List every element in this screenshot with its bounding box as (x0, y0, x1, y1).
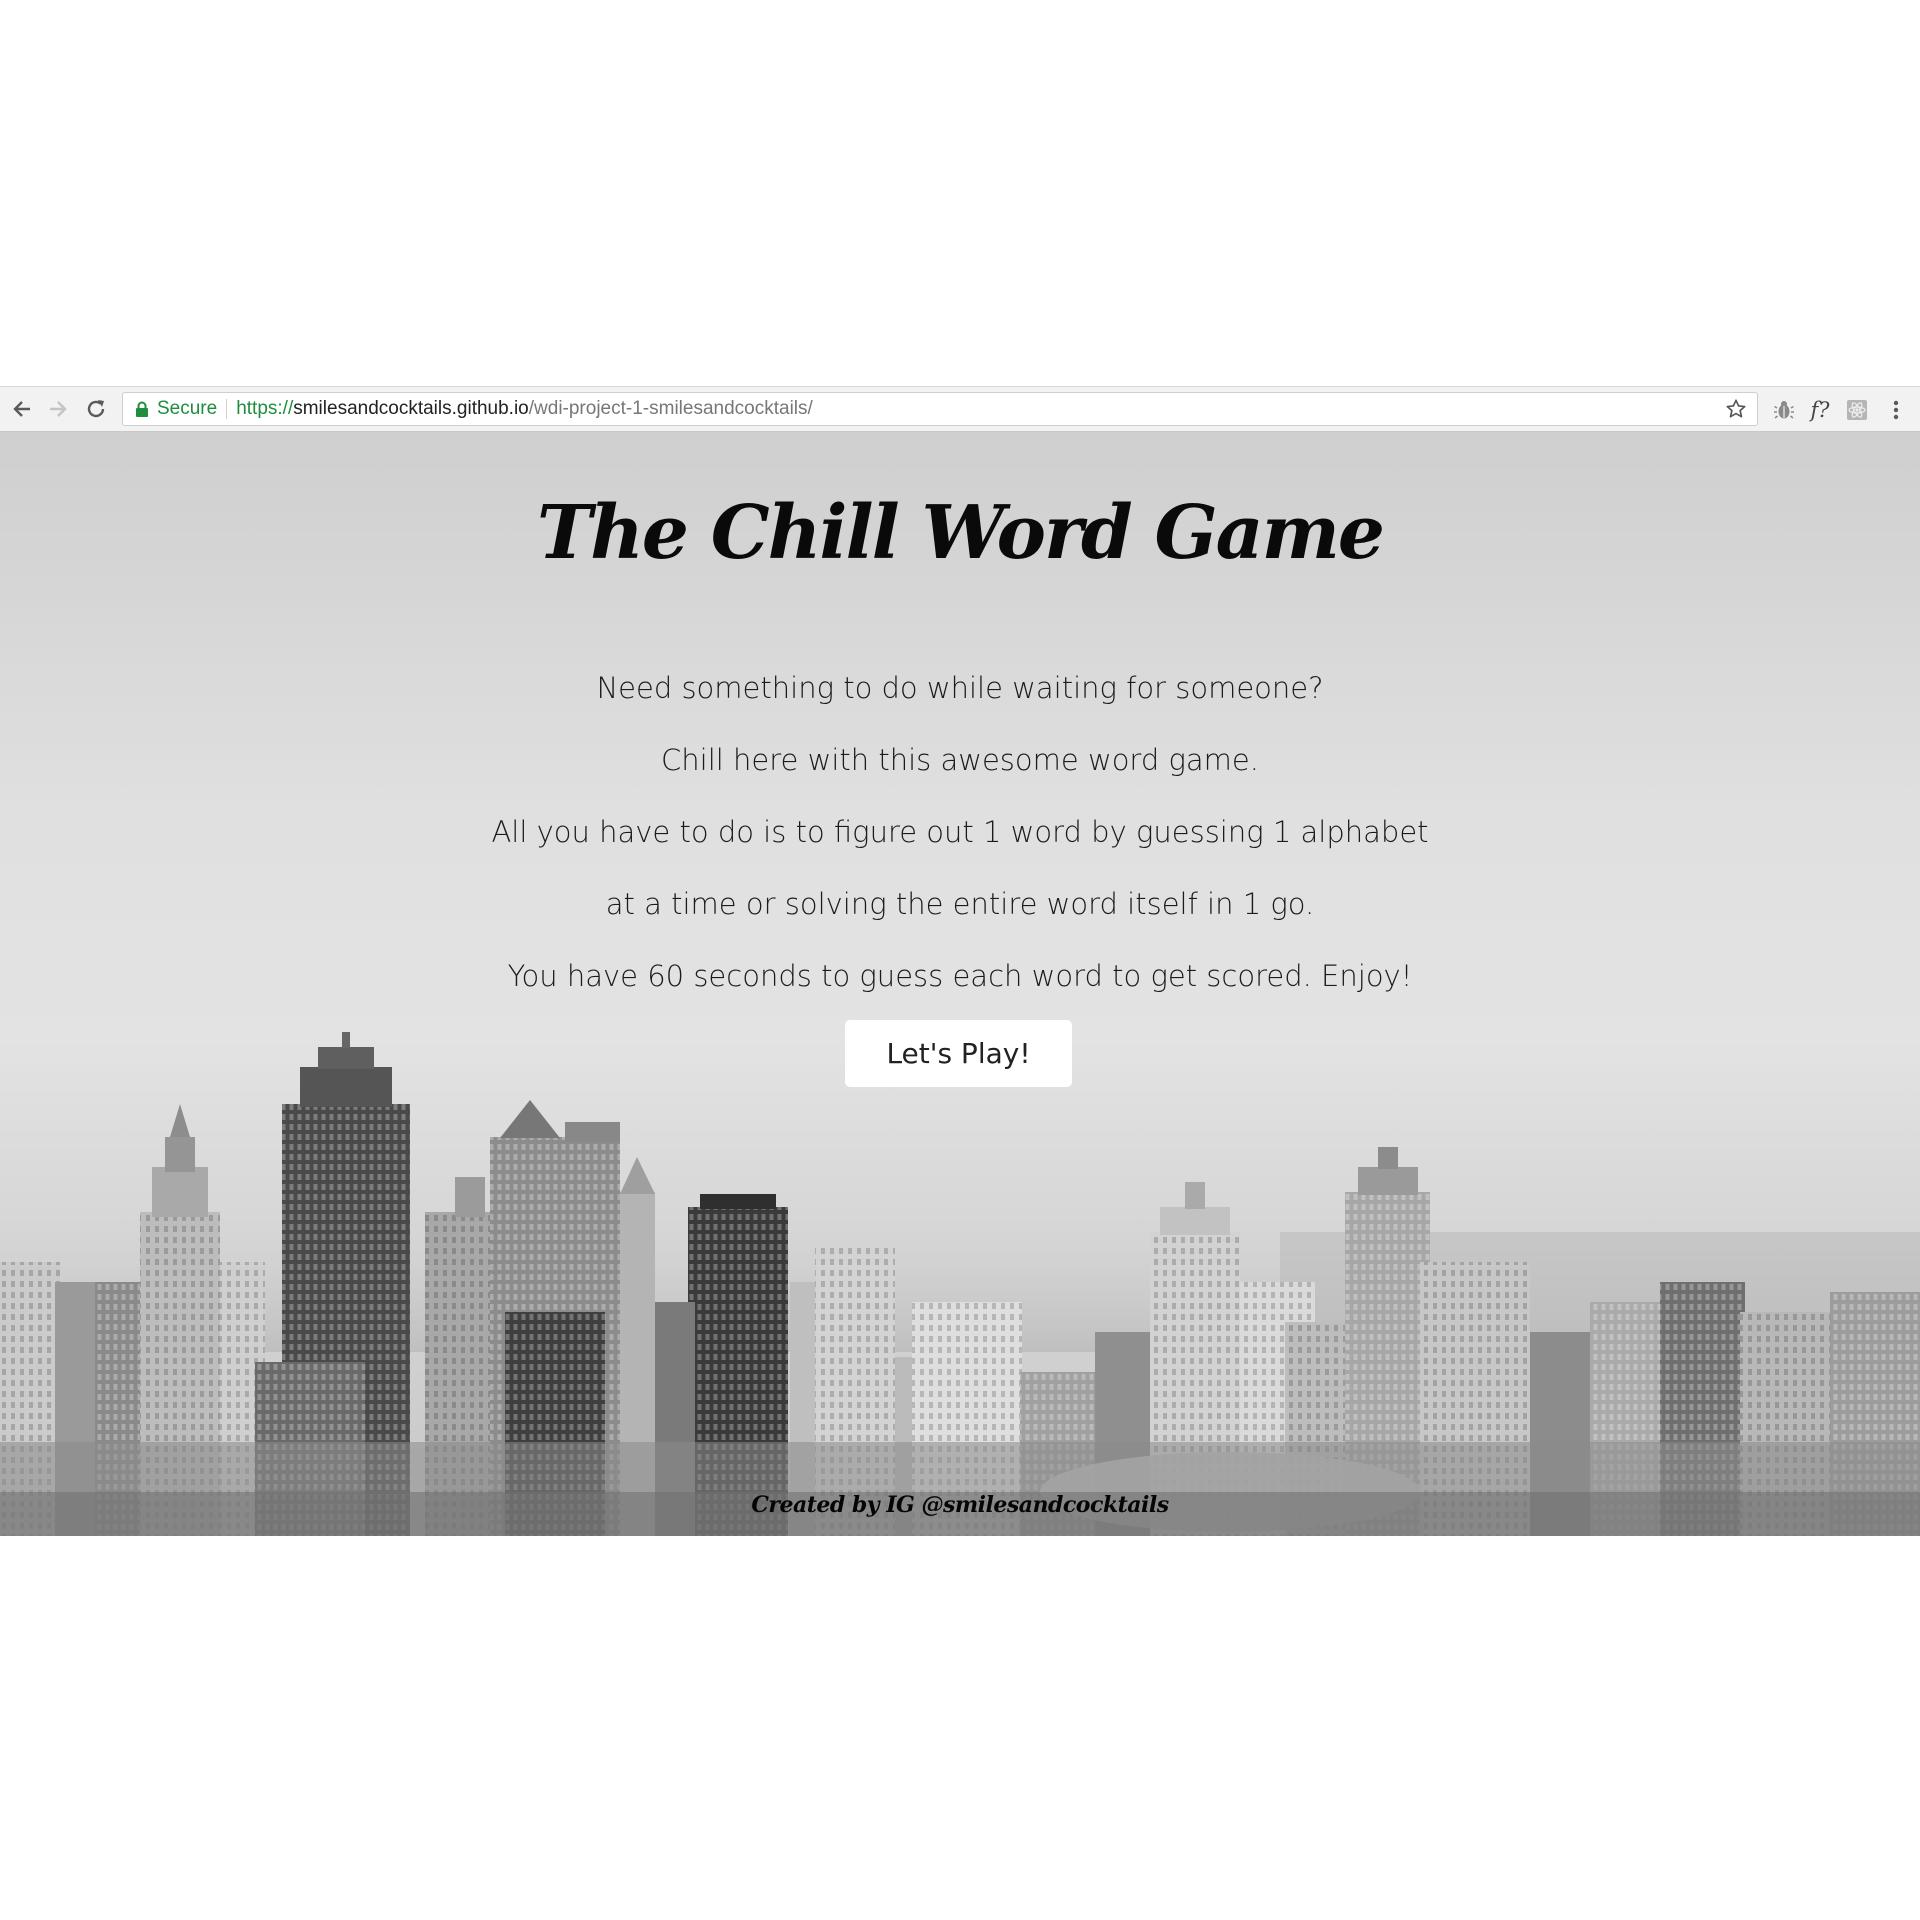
page-title: The Chill Word Game (537, 490, 1385, 576)
url-scheme: https:// (236, 398, 294, 419)
back-arrow-icon (13, 401, 30, 417)
back-button[interactable] (8, 395, 36, 423)
react-icon[interactable] (1843, 396, 1871, 424)
address-bar[interactable]: Secure https:// smilesandcocktails.githu… (122, 392, 1758, 426)
intro-line: You have 60 seconds to guess each word t… (507, 959, 1413, 993)
intro-line: at a time or solving the entire word its… (605, 887, 1315, 921)
secure-label: Secure (157, 398, 218, 419)
bug-icon[interactable] (1770, 396, 1798, 424)
lock-icon (135, 401, 149, 418)
url-path: /wdi-project-1-smilesandcocktails/ (528, 398, 813, 419)
lets-play-button[interactable]: Let's Play! (845, 1020, 1072, 1087)
reload-icon (87, 400, 105, 418)
font-identifier-icon[interactable]: f? (1806, 396, 1834, 424)
intro-line: Chill here with this awesome word game. (661, 743, 1259, 777)
url-host: smilesandcocktails.github.io (293, 398, 529, 419)
bookmark-star-icon[interactable] (1725, 398, 1747, 420)
game-landing-page: The Chill Word Game Need something to do… (0, 432, 1920, 1536)
browser-menu-icon[interactable] (1882, 396, 1910, 424)
browser-window: Secure https:// smilesandcocktails.githu… (0, 386, 1920, 1536)
intro-line: Need something to do while waiting for s… (596, 671, 1324, 705)
intro-line: All you have to do is to figure out 1 wo… (491, 815, 1429, 849)
intro-text: Need something to do while waiting for s… (0, 652, 1920, 1012)
reload-button[interactable] (82, 395, 110, 423)
omnibox-divider (226, 399, 228, 419)
forward-button[interactable] (44, 395, 72, 423)
credit-footer: Created by IG @smilesandcocktails (751, 1492, 1169, 1518)
forward-arrow-icon (50, 401, 67, 417)
browser-toolbar: Secure https:// smilesandcocktails.githu… (0, 386, 1920, 432)
